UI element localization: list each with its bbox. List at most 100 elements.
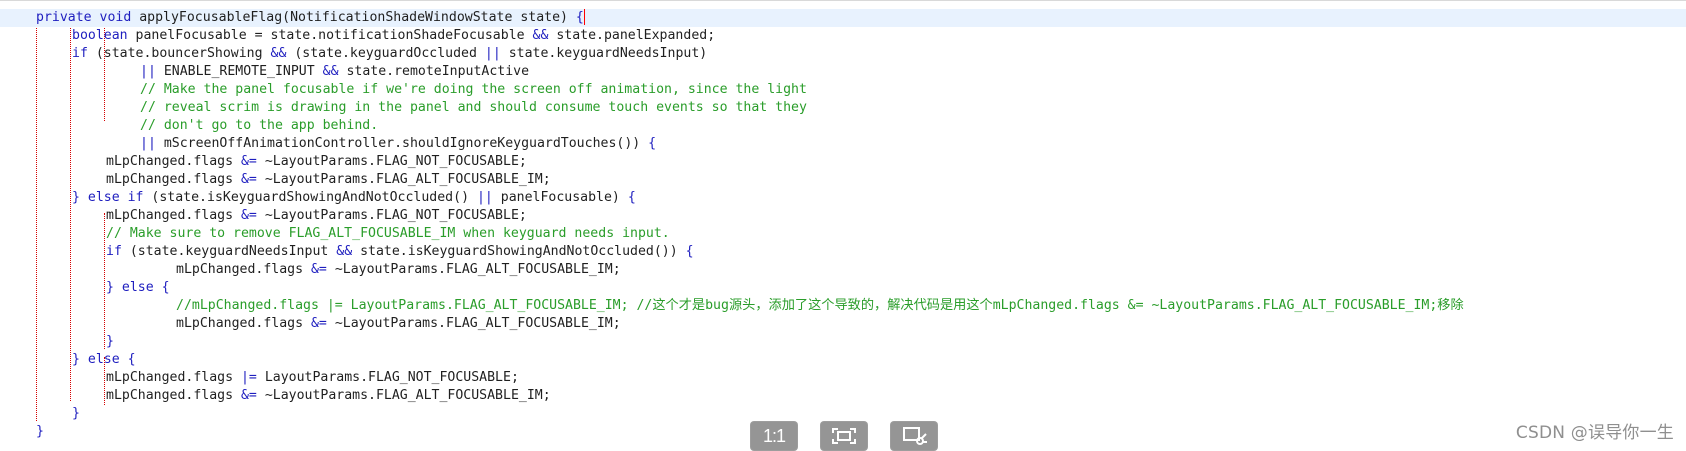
code-token: { — [575, 10, 584, 25]
code-token: (state.isKeyguardShowingAndNotOccluded() — [151, 190, 477, 205]
watermark: CSDN @误导你一生 — [1515, 423, 1674, 443]
code-line[interactable]: } else if (state.isKeyguardShowingAndNot… — [36, 189, 1686, 207]
code-comment: // Make the panel focusable if we're doi… — [140, 82, 807, 97]
code-token: } — [106, 334, 114, 349]
code-line[interactable]: mLpChanged.flags &= ~LayoutParams.FLAG_N… — [36, 153, 1686, 171]
code-keyword: if — [106, 244, 130, 259]
text-cursor — [583, 9, 585, 25]
code-token: (state.bouncerShowing — [95, 46, 271, 61]
actual-size-label: 1:1 — [762, 426, 786, 446]
code-token: state.remoteInputActive — [346, 64, 530, 79]
code-line[interactable]: mLpChanged.flags &= ~LayoutParams.FLAG_A… — [36, 387, 1686, 405]
code-token: LayoutParams.FLAG_NOT_FOCUSABLE; — [264, 370, 519, 385]
code-line[interactable]: || mScreenOffAnimationController.shouldI… — [36, 135, 1686, 153]
code-comment: // reveal scrim is drawing in the panel … — [140, 100, 807, 115]
code-token: || — [140, 136, 164, 151]
code-token: (state.keyguardOccluded — [294, 46, 485, 61]
code-token: { — [127, 352, 136, 367]
code-token: ENABLE_REMOTE_INPUT — [163, 64, 323, 79]
code-token: || — [476, 190, 501, 205]
code-line[interactable]: if (state.keyguardNeedsInput && state.is… — [36, 243, 1686, 261]
code-editor: private void applyFocusableFlag(Notifica… — [0, 0, 1686, 451]
actual-size-button[interactable]: 1:1 — [750, 421, 798, 451]
code-comment: // don't go to the app behind. — [140, 118, 379, 133]
code-view[interactable]: private void applyFocusableFlag(Notifica… — [0, 9, 1686, 439]
top-divider — [0, 0, 1686, 1]
code-token: || — [140, 64, 164, 79]
code-keyword: else — [121, 280, 162, 295]
code-line[interactable]: boolean panelFocusable = state.notificat… — [36, 27, 1686, 45]
code-token: state.isKeyguardShowingAndNotOccluded()) — [360, 244, 686, 259]
code-token: |= — [240, 370, 265, 385]
code-line[interactable]: //mLpChanged.flags |= LayoutParams.FLAG_… — [36, 297, 1686, 315]
code-line[interactable]: || ENABLE_REMOTE_INPUT && state.remoteIn… — [36, 63, 1686, 81]
code-line[interactable]: mLpChanged.flags |= LayoutParams.FLAG_NO… — [36, 369, 1686, 387]
code-keyword: if — [72, 46, 96, 61]
code-token: { — [685, 244, 694, 259]
code-token: mLpChanged.flags — [176, 262, 311, 277]
code-token: { — [161, 280, 170, 295]
code-comment: //mLpChanged.flags |= LayoutParams.FLAG_… — [176, 298, 1464, 313]
code-line[interactable]: mLpChanged.flags &= ~LayoutParams.FLAG_A… — [36, 171, 1686, 189]
code-token: } — [36, 424, 44, 439]
code-keyword: else if — [87, 190, 152, 205]
code-token: mLpChanged.flags — [106, 172, 241, 187]
code-token: } — [72, 352, 88, 367]
code-token: mLpChanged.flags — [106, 208, 241, 223]
code-token: state.panelExpanded; — [556, 28, 716, 43]
code-token: { — [648, 136, 657, 151]
code-keyword: void — [99, 10, 140, 25]
code-token: ~LayoutParams.FLAG_ALT_FOCUSABLE_IM; — [334, 262, 621, 277]
code-line[interactable]: mLpChanged.flags &= ~LayoutParams.FLAG_A… — [36, 261, 1686, 279]
code-token: &= — [240, 154, 265, 169]
code-token: } — [72, 190, 88, 205]
code-line[interactable]: } else { — [36, 279, 1686, 297]
code-token: mLpChanged.flags — [106, 370, 241, 385]
code-token: &= — [240, 208, 265, 223]
fit-screen-icon — [820, 426, 868, 446]
code-token: ~LayoutParams.FLAG_NOT_FOCUSABLE; — [264, 154, 527, 169]
code-token: &= — [310, 262, 335, 277]
code-token: || — [484, 46, 509, 61]
code-token: ~LayoutParams.FLAG_ALT_FOCUSABLE_IM; — [334, 316, 621, 331]
crop-image-button[interactable] — [890, 421, 938, 451]
code-token: ~LayoutParams.FLAG_NOT_FOCUSABLE; — [264, 208, 527, 223]
code-keyword: else — [87, 352, 128, 367]
code-token: &= — [240, 172, 265, 187]
code-token: panelFocusable) — [500, 190, 628, 205]
code-token: && — [270, 46, 295, 61]
code-line[interactable]: } — [36, 333, 1686, 351]
code-token: && — [336, 244, 361, 259]
fit-screen-button[interactable] — [820, 421, 868, 451]
code-token: ~LayoutParams.FLAG_ALT_FOCUSABLE_IM; — [264, 172, 551, 187]
code-keyword: boolean — [72, 28, 136, 43]
code-comment: // Make sure to remove FLAG_ALT_FOCUSABL… — [106, 226, 670, 241]
code-line[interactable]: mLpChanged.flags &= ~LayoutParams.FLAG_N… — [36, 207, 1686, 225]
image-viewer-toolbar: 1:1 — [750, 421, 945, 451]
code-line[interactable]: // don't go to the app behind. — [36, 117, 1686, 135]
code-line[interactable]: // reveal scrim is drawing in the panel … — [36, 99, 1686, 117]
code-token: &= — [240, 388, 265, 403]
code-token: applyFocusableFlag(NotificationShadeWind… — [139, 10, 576, 25]
code-token: mLpChanged.flags — [106, 388, 241, 403]
code-token: &= — [310, 316, 335, 331]
code-token: } — [106, 280, 122, 295]
crop-image-icon — [890, 426, 938, 446]
code-token: panelFocusable = state.notificationShade… — [135, 28, 533, 43]
code-keyword: private — [36, 10, 100, 25]
code-line[interactable]: private void applyFocusableFlag(Notifica… — [0, 9, 1686, 27]
code-line[interactable]: } else { — [36, 351, 1686, 369]
code-token: && — [532, 28, 557, 43]
code-token: state.keyguardNeedsInput) — [508, 46, 708, 61]
code-token: && — [322, 64, 347, 79]
code-token: mScreenOffAnimationController.shouldIgno… — [163, 136, 649, 151]
code-token: mLpChanged.flags — [106, 154, 241, 169]
code-token: { — [627, 190, 636, 205]
code-line[interactable]: // Make sure to remove FLAG_ALT_FOCUSABL… — [36, 225, 1686, 243]
code-line[interactable]: if (state.bouncerShowing && (state.keygu… — [36, 45, 1686, 63]
code-line[interactable]: // Make the panel focusable if we're doi… — [36, 81, 1686, 99]
code-token: (state.keyguardNeedsInput — [129, 244, 337, 259]
code-line[interactable]: mLpChanged.flags &= ~LayoutParams.FLAG_A… — [36, 315, 1686, 333]
code-token: mLpChanged.flags — [176, 316, 311, 331]
code-token: ~LayoutParams.FLAG_ALT_FOCUSABLE_IM; — [264, 388, 551, 403]
